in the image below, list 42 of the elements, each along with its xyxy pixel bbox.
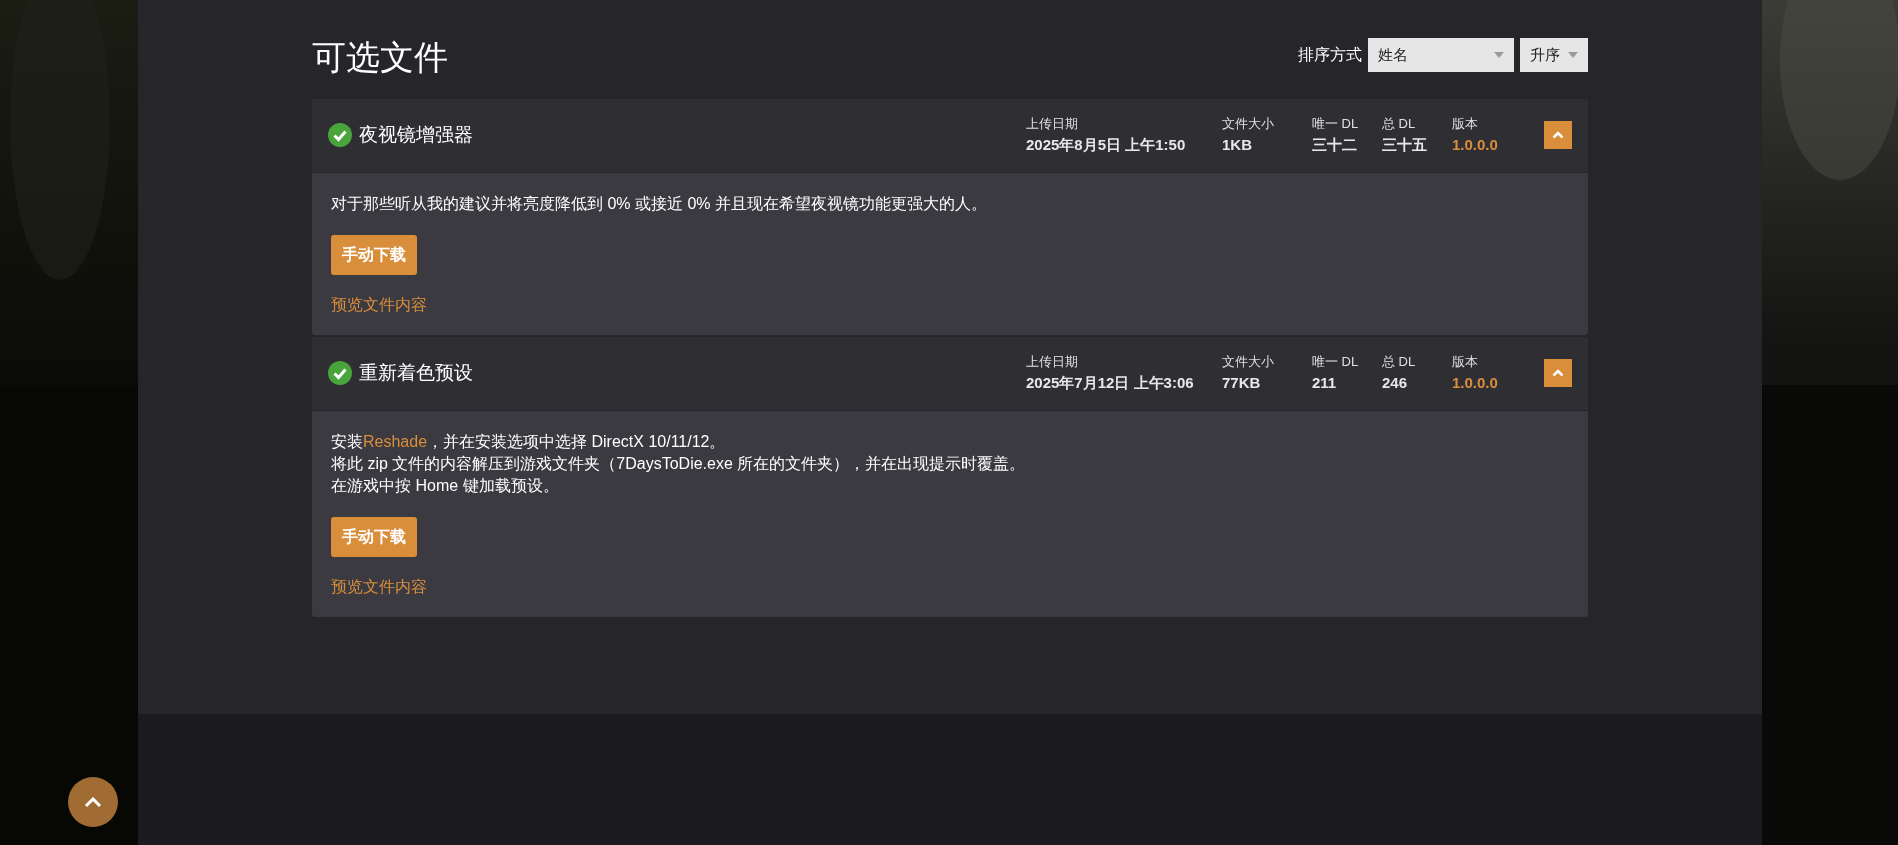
description-text: 安装Reshade，并在安装选项中选择 DirectX 10/11/12。 [331,431,727,452]
column-value: 2025年7月12日 上午3:06 [1026,372,1195,393]
description-text: 在游戏中按 Home 键加载预设。 [331,475,560,496]
sort-order-dropdown[interactable]: 升序 [1520,38,1588,72]
caret-icon [1568,52,1578,58]
version-number: 1.0.0.0 [1452,372,1499,393]
file-name: 重新着色预设 [359,360,474,385]
manual-download-button[interactable]: 手动下载 [331,516,417,557]
column-value: 246 [1382,372,1409,393]
collapse-toggle-button[interactable] [1544,121,1572,149]
column-label: 版本 [1452,115,1479,133]
column-label: 上传日期 [1026,353,1079,371]
reshade-link[interactable]: Reshade [363,432,428,450]
collapse-toggle-button[interactable] [1544,359,1572,387]
page-title: 可选文件 [312,37,448,78]
column-label: 总 DL [1382,353,1417,371]
column-label: 文件大小 [1222,115,1275,133]
column-value: 三十二 [1312,134,1358,155]
sort-label: 排序方式 [1298,45,1362,65]
manual-download-button[interactable]: 手动下载 [331,234,417,275]
column-label: 上传日期 [1026,115,1079,133]
column-value: 1KB [1222,134,1253,155]
chevron-up-icon [1552,369,1564,377]
version-number: 1.0.0.0 [1452,134,1499,155]
caret-icon [1494,52,1504,58]
column-label: 唯一 DL [1312,115,1360,133]
file-name: 夜视镜增强器 [359,122,474,147]
column-label: 版本 [1452,353,1479,371]
description-text: 将此 zip 文件的内容解压到游戏文件夹（7DaysToDie.exe 所在的文件夹），并在出现提示时覆盖。 [331,453,1027,474]
column-value: 2025年8月5日 上午1:50 [1026,134,1187,155]
column-value: 三十五 [1382,134,1428,155]
column-label: 文件大小 [1222,353,1275,371]
chevron-up-icon [84,796,102,808]
column-value: 211 [1312,372,1338,393]
preview-link[interactable]: 预览文件内容 [331,574,427,599]
preview-link[interactable]: 预览文件内容 [331,292,427,317]
column-label: 总 DL [1382,115,1417,133]
column-label: 唯一 DL [1312,353,1360,371]
sort-field-dropdown[interactable]: 姓名 [1368,38,1514,72]
description-text: 对于那些听从我的建议并将亮度降低到 0% 或接近 0% 并且现在希望夜视镜功能更强大的人。 [331,193,989,214]
column-value: 77KB [1222,372,1262,393]
chevron-up-icon [1552,131,1564,139]
